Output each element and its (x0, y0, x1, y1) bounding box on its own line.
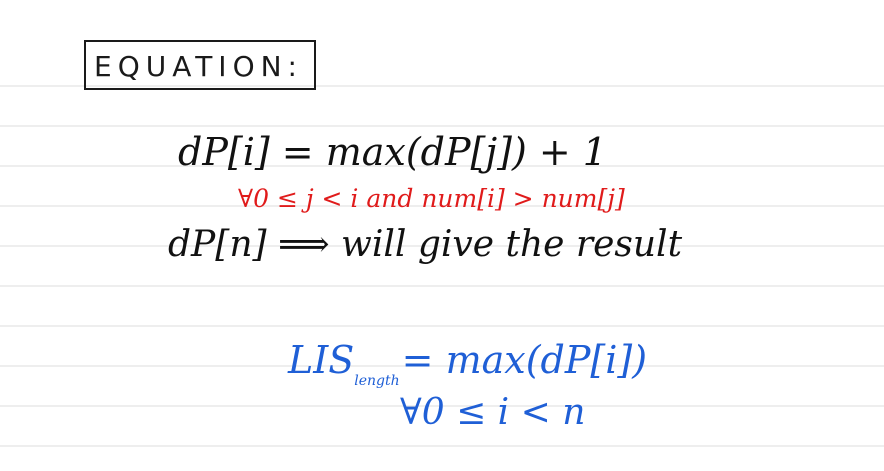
lis-symbol: LIS (288, 338, 355, 382)
lis-formula: = max(dP[i]) (401, 338, 648, 382)
lis-subscript: length (354, 373, 400, 389)
lis-range: ∀0 ≤ i < n (400, 392, 586, 433)
result-statement: dP[n] ⟹ will give the result (168, 224, 683, 265)
recurrence-equation: dP[i] = max(dP[j]) + 1 (178, 130, 607, 174)
recurrence-condition: ∀0 ≤ j < i and num[i] > num[j] (238, 184, 625, 213)
heading: EQUATION: (94, 50, 303, 83)
lis-length-formula: LISlength= max(dP[i]) (288, 338, 647, 389)
